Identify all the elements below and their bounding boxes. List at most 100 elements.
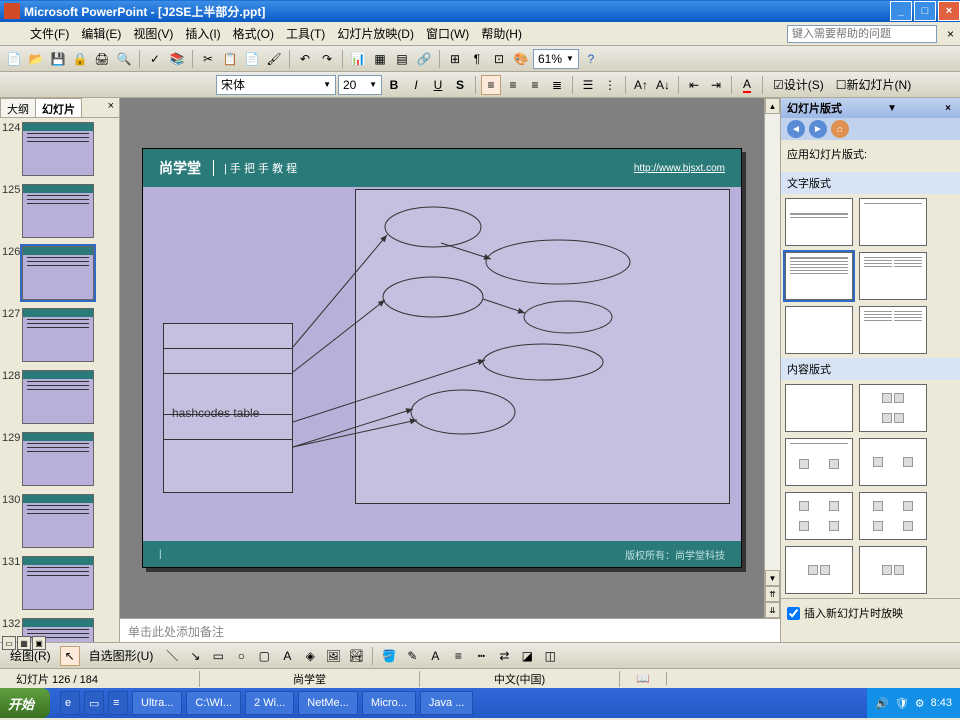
italic-icon[interactable]: I	[406, 75, 426, 95]
slide-body[interactable]: hashcodes table	[143, 187, 741, 541]
sorter-view-icon[interactable]: ▦	[17, 636, 31, 650]
shadow-style-icon[interactable]: ◪	[517, 646, 537, 666]
close-button[interactable]: ×	[938, 1, 960, 21]
status-spellcheck-icon[interactable]: 📖	[620, 672, 667, 685]
copy-icon[interactable]: 📋	[220, 49, 240, 69]
wordart-icon[interactable]: A	[277, 646, 297, 666]
format-painter-icon[interactable]: 🖌	[264, 49, 284, 69]
taskbar-item-4[interactable]: Micro...	[362, 691, 416, 715]
rectangle-icon[interactable]: ▭	[208, 646, 228, 666]
textbox-icon[interactable]: ▢	[254, 646, 274, 666]
shadow-icon[interactable]: S	[450, 75, 470, 95]
menu-view[interactable]: 视图(V)	[127, 23, 179, 44]
taskpane-back-icon[interactable]: ◄	[787, 120, 805, 138]
font-color-icon[interactable]: A	[737, 75, 757, 95]
hyperlink-icon[interactable]: 🔗	[414, 49, 434, 69]
system-tray[interactable]: 🔊 🛡 ⚙ 8:43	[867, 688, 960, 718]
table-icon[interactable]: ▦	[370, 49, 390, 69]
menu-format[interactable]: 格式(O)	[227, 23, 280, 44]
tab-outline[interactable]: 大纲	[0, 98, 36, 117]
outline-scrollbar[interactable]	[105, 118, 119, 642]
line-icon[interactable]: ＼	[162, 646, 182, 666]
align-left-icon[interactable]: ≡	[481, 75, 501, 95]
design-button[interactable]: ☑ 设计(S)	[768, 75, 829, 95]
undo-icon[interactable]: ↶	[295, 49, 315, 69]
menu-window[interactable]: 窗口(W)	[420, 23, 475, 44]
diagram-icon[interactable]: ◈	[300, 646, 320, 666]
layout-content-8[interactable]	[859, 546, 927, 594]
layout-content-6[interactable]	[859, 492, 927, 540]
zoom-combo[interactable]: 61%▼	[533, 49, 579, 69]
layout-content-3[interactable]	[785, 438, 853, 486]
layout-blank[interactable]	[785, 306, 853, 354]
thumbnail-130[interactable]: 130	[2, 494, 103, 548]
thumbnail-124[interactable]: 124	[2, 122, 103, 176]
bullets-icon[interactable]: ⋮	[600, 75, 620, 95]
fontsize-combo[interactable]: 20▼	[338, 75, 382, 95]
fill-color-icon[interactable]: 🪣	[379, 646, 399, 666]
decrease-font-icon[interactable]: A↓	[653, 75, 673, 95]
save-icon[interactable]: 💾	[48, 49, 68, 69]
menu-tools[interactable]: 工具(T)	[280, 23, 331, 44]
autoshape-menu[interactable]: 自选图形(U)	[83, 645, 160, 666]
3d-style-icon[interactable]: ◫	[540, 646, 560, 666]
next-slide-icon[interactable]: ⇊	[765, 602, 780, 618]
thumbnail-129[interactable]: 129	[2, 432, 103, 486]
distribute-icon[interactable]: ≣	[547, 75, 567, 95]
print-icon[interactable]: 🖨	[92, 49, 112, 69]
quicklaunch-desktop-icon[interactable]: ▭	[84, 691, 104, 715]
layout-content-7[interactable]	[785, 546, 853, 594]
paste-icon[interactable]: 📄	[242, 49, 262, 69]
minimize-button[interactable]: _	[890, 1, 912, 21]
start-button[interactable]: 开始	[0, 688, 50, 718]
preview-icon[interactable]: 🔍	[114, 49, 134, 69]
taskbar-item-0[interactable]: Ultra...	[132, 691, 182, 715]
line-style-icon[interactable]: ≡	[448, 646, 468, 666]
thumbnail-127[interactable]: 127	[2, 308, 103, 362]
tab-slides[interactable]: 幻灯片	[35, 98, 82, 117]
layout-two-col[interactable]	[859, 252, 927, 300]
redo-icon[interactable]: ↷	[317, 49, 337, 69]
new-icon[interactable]: 📄	[4, 49, 24, 69]
expand-icon[interactable]: ⊞	[445, 49, 465, 69]
taskpane-forward-icon[interactable]: ►	[809, 120, 827, 138]
cut-icon[interactable]: ✂	[198, 49, 218, 69]
scroll-up-icon[interactable]: ▲	[765, 98, 780, 114]
taskbar-item-3[interactable]: NetMe...	[298, 691, 358, 715]
thumbnail-125[interactable]: 125	[2, 184, 103, 238]
new-slide-button[interactable]: ☐ 新幻灯片(N)	[831, 75, 916, 95]
quicklaunch-ie-icon[interactable]: e	[60, 691, 80, 715]
menu-insert[interactable]: 插入(I)	[179, 23, 226, 44]
research-icon[interactable]: 📚	[167, 49, 187, 69]
tray-icon-2[interactable]: 🛡	[895, 697, 909, 710]
increase-indent-icon[interactable]: ⇥	[706, 75, 726, 95]
oval-icon[interactable]: ○	[231, 646, 251, 666]
insert-checkbox[interactable]	[787, 607, 800, 620]
menu-file[interactable]: 文件(F)	[24, 23, 75, 44]
tray-icon-1[interactable]: 🔊	[875, 697, 889, 710]
underline-icon[interactable]: U	[428, 75, 448, 95]
show-formatting-icon[interactable]: ¶	[467, 49, 487, 69]
thumbnail-list[interactable]: 124125126127128129130131132	[0, 118, 105, 642]
dash-style-icon[interactable]: ┅	[471, 646, 491, 666]
numbering-icon[interactable]: ☰	[578, 75, 598, 95]
align-right-icon[interactable]: ≡	[525, 75, 545, 95]
thumbnail-131[interactable]: 131	[2, 556, 103, 610]
decrease-indent-icon[interactable]: ⇤	[684, 75, 704, 95]
layout-title[interactable]	[785, 198, 853, 246]
layout-content-5[interactable]	[785, 492, 853, 540]
clipart-icon[interactable]: 🖼	[323, 646, 343, 666]
align-center-icon[interactable]: ≡	[503, 75, 523, 95]
quicklaunch-3-icon[interactable]: ≡	[108, 691, 128, 715]
menu-slideshow[interactable]: 幻灯片放映(D)	[331, 23, 420, 44]
arrow-icon[interactable]: ↘	[185, 646, 205, 666]
scroll-down-icon[interactable]: ▼	[765, 570, 780, 586]
taskpane-close-icon[interactable]: ×	[942, 103, 954, 114]
menu-help[interactable]: 帮助(H)	[475, 23, 528, 44]
font-combo[interactable]: 宋体▼	[216, 75, 336, 95]
open-icon[interactable]: 📂	[26, 49, 46, 69]
layout-title-text[interactable]	[785, 252, 853, 300]
layout-title-only[interactable]	[859, 198, 927, 246]
spell-icon[interactable]: ✓	[145, 49, 165, 69]
thumbnail-126[interactable]: 126	[2, 246, 103, 300]
